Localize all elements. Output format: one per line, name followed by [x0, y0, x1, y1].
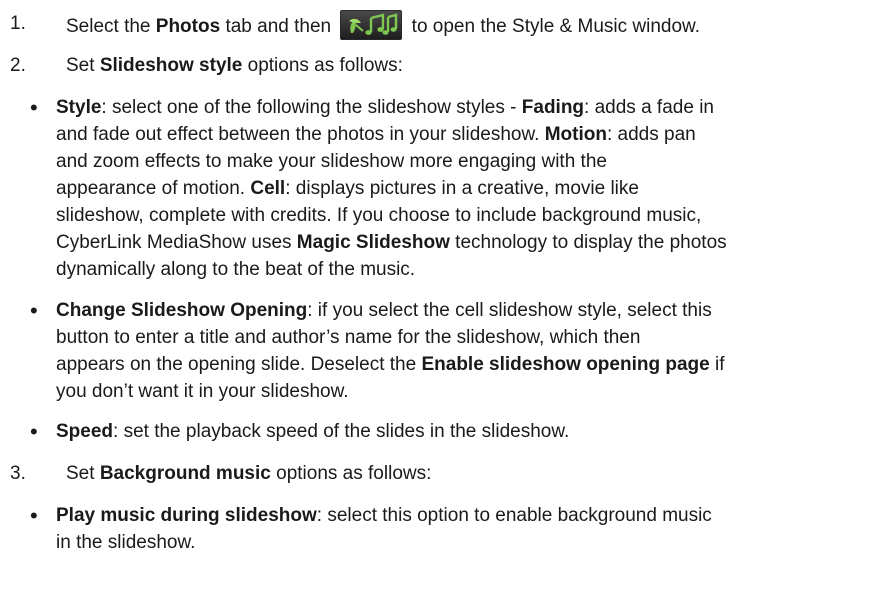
bullet-text: Change Slideshow Opening: if you select … — [56, 300, 725, 402]
step-number: 2. — [10, 55, 26, 76]
bullet-dot: • — [30, 503, 38, 528]
bullet-dot: • — [30, 298, 38, 323]
bullet-text: Style: select one of the following the s… — [56, 97, 727, 280]
step-number: 3. — [10, 463, 26, 484]
bullet-text: Play music during slideshow: select this… — [56, 505, 712, 553]
bullet-text: Speed: set the playback speed of the sli… — [56, 421, 570, 442]
bullet-dot: • — [30, 419, 38, 444]
document-page: 1. Select the Photos tab and then to ope… — [0, 0, 883, 595]
step-text: Set Slideshow style options as follows: — [66, 55, 403, 76]
step-text: Set Background music options as follows: — [66, 463, 432, 484]
photos-tab-label: Photos — [155, 16, 221, 37]
step-text: Select the Photos tab and then to open t… — [66, 10, 866, 40]
style-music-icon — [340, 10, 403, 40]
step-number: 1. — [10, 13, 26, 34]
bullet-dot: • — [30, 95, 38, 120]
